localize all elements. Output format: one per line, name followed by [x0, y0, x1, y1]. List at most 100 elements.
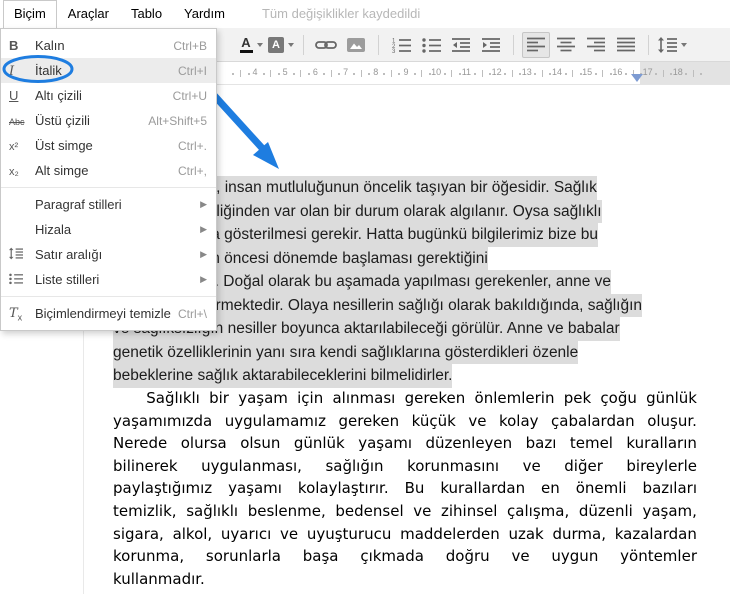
text-line: genetik özelliklerinin yanı sıra kendi s… [113, 340, 579, 364]
menu-item-label: Hizala [35, 222, 72, 237]
word: çalışma, [507, 502, 570, 520]
word: kolaylaştırır. [297, 479, 389, 498]
word: Nerede [113, 434, 168, 453]
menubar-item-tablo[interactable]: Tablo [120, 0, 173, 28]
word: düzenli [578, 502, 633, 520]
word: olsun [240, 434, 281, 453]
text-color-button[interactable]: A [237, 32, 265, 58]
word: doğru [445, 547, 490, 566]
word: çabalardan [551, 411, 635, 430]
word: bilinerek [113, 456, 178, 475]
word: yaşam, [642, 502, 697, 520]
decrease-indent-button[interactable] [447, 32, 475, 58]
ruler-tick [564, 73, 567, 75]
menu-item-ustu-cizili[interactable]: Abc Üstü çizili Alt+Shift+5 [1, 108, 216, 133]
numbered-list-button[interactable]: 123 [387, 32, 415, 58]
google-docs-editor: Biçim Araçlar Tablo Yardım Tüm değişiklikler… [0, 0, 730, 594]
ruler-number: 11 [461, 67, 472, 77]
underline-icon: U [9, 88, 19, 103]
numbered-list-icon: 123 [392, 37, 411, 53]
line-spacing-toolbar-button[interactable] [657, 32, 688, 58]
word: diğer [564, 456, 603, 475]
ruler-tick [451, 70, 453, 77]
menu-item-alt-simge[interactable]: x₂ Alt simge Ctrl+, [1, 158, 216, 183]
menu-item-hizala[interactable]: Hizala ▶ [1, 217, 216, 242]
word: sağlıklı [186, 502, 239, 520]
align-left-button[interactable] [522, 31, 550, 58]
menu-item-paragraf-stilleri[interactable]: Paragraf stilleri ▶ [1, 192, 216, 217]
ruler-tick [692, 70, 694, 77]
menu-item-liste-stilleri[interactable]: Liste stilleri ▶ [1, 267, 216, 292]
menu-item-label: İtalik [35, 63, 62, 78]
text-line: Nerede olursa olsun günlük yaşamı düzenleyen b… [113, 434, 697, 457]
ruler-number: 12 [491, 67, 502, 77]
word: ve [511, 547, 530, 566]
ruler-tick [300, 70, 302, 77]
ruler-tick [398, 73, 401, 75]
word: çıkmada [360, 547, 424, 566]
word: uyarıcı [220, 524, 272, 543]
text-line: temizlik, sağlıklı beslenme, bedensel ve zihi… [113, 502, 697, 525]
menu-item-shortcut: Ctrl+U [172, 88, 207, 103]
align-justify-icon [617, 37, 635, 52]
selected-text: Sağlık, insan mutluluğunun öncelik taşıy… [173, 176, 597, 200]
align-right-button[interactable] [582, 32, 610, 58]
menu-item-bicimlendirmeyi-temizle[interactable]: Tx Biçimlendirmeyi temizle Ctrl+\ [1, 301, 216, 326]
menu-item-label: Satır aralığı [35, 247, 103, 262]
line-spacing-icon [9, 247, 35, 263]
menu-item-label: Alt simge [35, 163, 89, 178]
word: kolay [498, 411, 539, 430]
insert-link-button[interactable] [312, 32, 340, 58]
align-justify-button[interactable] [612, 32, 640, 58]
menu-item-kalin[interactable]: B Kalın Ctrl+B [1, 33, 216, 58]
submenu-arrow-icon: ▶ [200, 274, 207, 284]
right-indent-marker[interactable] [631, 74, 643, 82]
menu-item-ust-simge[interactable]: x² Üst simge Ctrl+. [1, 133, 216, 158]
menu-item-i-talik[interactable]: I İtalik Ctrl+I [1, 58, 216, 83]
increase-indent-button[interactable] [477, 32, 505, 58]
menubar-item-yardim[interactable]: Yardım [173, 0, 236, 28]
line-spacing-icon [658, 36, 677, 53]
ruler-number: 8 [373, 67, 379, 77]
word: başa [302, 547, 339, 566]
ruler-tick [594, 73, 597, 75]
word: uygulanması, [201, 456, 302, 475]
word: ve [522, 456, 541, 475]
ruler-tick [262, 73, 265, 75]
ruler-tick [473, 73, 476, 75]
highlight-color-button[interactable]: A [267, 32, 295, 58]
word: uygulamamız [224, 411, 326, 430]
word: pek [563, 389, 592, 407]
menu-item-alti-cizili[interactable]: U Altı çizili Ctrl+U [1, 83, 216, 108]
word: günlük [646, 389, 697, 407]
menubar-item-bicim[interactable]: Biçim [3, 0, 57, 29]
word: alkol, [172, 524, 213, 543]
ruler-tick [338, 73, 340, 75]
word: alınması [332, 389, 396, 407]
word: maddelerden [400, 524, 500, 543]
ruler-tick [247, 73, 250, 75]
word: temel [569, 434, 613, 453]
menu-item-label: Kalın [35, 38, 65, 53]
ruler-tick [292, 73, 295, 75]
decrease-indent-icon [452, 37, 470, 53]
menu-item-satir-araligi[interactable]: Satır aralığı ▶ [1, 242, 216, 267]
ruler-tick [360, 70, 362, 77]
menu-item-label: Altı çizili [35, 88, 82, 103]
ruler-tick [655, 73, 658, 75]
menubar-item-araclar[interactable]: Araçlar [57, 0, 120, 28]
word: oluşur. [647, 411, 697, 430]
ruler-number: 18 [672, 67, 683, 77]
word: ve [279, 524, 299, 543]
align-center-button[interactable] [552, 32, 580, 58]
menu-item-shortcut: Ctrl+. [177, 138, 207, 153]
menu-item-shortcut: Ctrl+\ [177, 306, 207, 321]
ruler-tick [602, 70, 604, 77]
bulleted-list-button[interactable] [417, 32, 445, 58]
word: temizlik, [113, 502, 177, 520]
text-line: paylaştığımız yaşamı kolaylaştırır. Bu kural… [113, 479, 697, 502]
word: yaşam [238, 389, 288, 407]
increase-indent-icon [482, 37, 500, 53]
text-line: bilinerek uygulanması, sağlığın korunmasını… [113, 457, 697, 480]
insert-image-button[interactable] [342, 32, 370, 58]
